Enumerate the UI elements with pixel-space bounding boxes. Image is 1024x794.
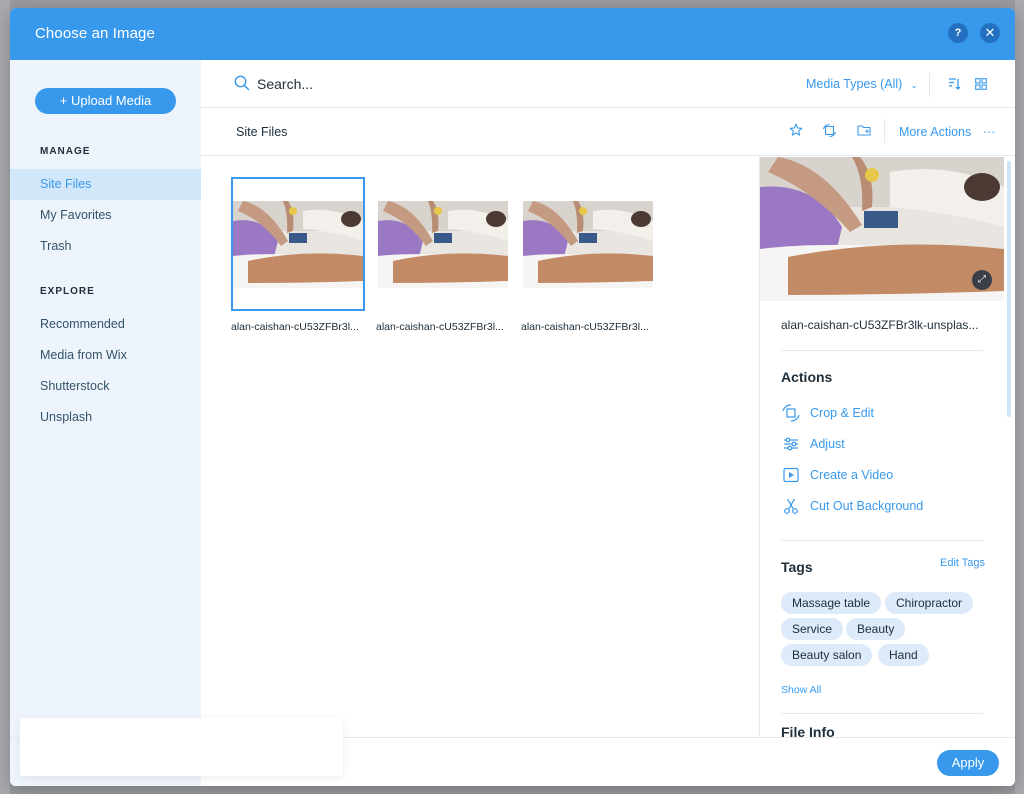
divider: [781, 350, 983, 351]
scissors-icon: [784, 498, 798, 514]
editor-right-strip: [1015, 0, 1024, 794]
file-name: alan-caishan-cU53ZFBr3l...: [231, 321, 359, 333]
media-types-dropdown[interactable]: Media Types (All) ⌄: [806, 77, 918, 91]
star-icon[interactable]: [789, 123, 803, 137]
notification-panel: [20, 718, 343, 776]
crop-icon: [782, 404, 800, 422]
divider: [781, 713, 983, 714]
files-grid: alan-caishan-cU53ZFBr3l... alan-caishan-…: [201, 157, 759, 737]
thumbnail-frame[interactable]: [376, 177, 510, 311]
choose-image-dialog: Choose an Image ? ✕ + Upload Media MANAG…: [10, 8, 1015, 786]
file-tile[interactable]: alan-caishan-cU53ZFBr3l...: [376, 177, 510, 333]
media-types-label: Media Types (All): [806, 77, 903, 91]
file-info-title: File Info: [781, 724, 835, 737]
more-dots-icon: ···: [982, 125, 996, 139]
thumbnail-frame[interactable]: [231, 177, 365, 311]
dialog-header: Choose an Image ? ✕: [10, 8, 1015, 60]
sidebar-item-shutterstock[interactable]: Shutterstock: [10, 371, 201, 402]
tag-chip[interactable]: Chiropractor: [885, 592, 974, 614]
sidebar-item-media-from-wix[interactable]: Media from Wix: [10, 340, 201, 371]
more-actions-button[interactable]: More Actions ···: [899, 125, 995, 139]
sidebar-item-unsplash[interactable]: Unsplash: [10, 402, 201, 433]
apply-button[interactable]: Apply: [937, 750, 999, 776]
sort-icon[interactable]: [947, 77, 961, 91]
upload-media-button[interactable]: + Upload Media: [35, 88, 176, 114]
thumbnail-frame[interactable]: [521, 177, 655, 311]
sidebar-item-recommended[interactable]: Recommended: [10, 309, 201, 340]
massage-image-thumbnail: [523, 200, 653, 288]
search-input[interactable]: [257, 73, 657, 95]
folder-toolbar-divider: [884, 119, 885, 143]
more-actions-label: More Actions: [899, 125, 972, 139]
action-label: Crop & Edit: [810, 406, 874, 420]
file-details-panel: ⤢ alan-caishan-cU53ZFBr3lk-unsplas... Ac…: [759, 157, 1015, 737]
file-name: alan-caishan-cU53ZFBr3l...: [376, 321, 504, 333]
expand-icon[interactable]: ⤢: [972, 270, 992, 290]
replace-icon[interactable]: [822, 123, 837, 138]
explore-section-label: EXPLORE: [40, 286, 95, 297]
tag-chip[interactable]: Service: [781, 618, 844, 640]
tag-chip[interactable]: Beauty salon: [781, 644, 873, 666]
search-toolbar: Media Types (All) ⌄: [201, 60, 1015, 108]
tag-chip[interactable]: Massage table: [781, 592, 882, 614]
action-label: Cut Out Background: [810, 499, 924, 513]
chevron-down-icon: ⌄: [910, 80, 918, 90]
folder-toolbar: Site Files More Actions ···: [201, 108, 1015, 156]
sidebar-item-trash[interactable]: Trash: [10, 231, 201, 262]
file-tile[interactable]: alan-caishan-cU53ZFBr3l...: [521, 177, 655, 333]
file-tile[interactable]: alan-caishan-cU53ZFBr3l...: [231, 177, 365, 333]
editor-left-strip: [0, 0, 10, 794]
folder-title: Site Files: [236, 125, 288, 139]
action-label: Create a Video: [810, 468, 894, 482]
sidebar-item-my-favorites[interactable]: My Favorites: [10, 200, 201, 231]
edit-tags-link[interactable]: Edit Tags: [940, 557, 985, 569]
create-video-action[interactable]: Create a Video: [781, 464, 893, 486]
actions-title: Actions: [781, 369, 833, 385]
help-button[interactable]: ?: [948, 23, 968, 43]
search-icon: [234, 75, 250, 91]
adjust-action[interactable]: Adjust: [781, 433, 845, 455]
cut-out-background-action[interactable]: Cut Out Background: [781, 495, 923, 517]
sidebar-item-site-files[interactable]: Site Files: [10, 169, 201, 200]
move-to-folder-icon[interactable]: [857, 123, 872, 137]
crop-edit-action[interactable]: Crop & Edit: [781, 402, 874, 424]
show-all-link[interactable]: Show All: [781, 684, 821, 696]
close-button[interactable]: ✕: [980, 23, 1000, 43]
tag-chip[interactable]: Hand: [878, 644, 929, 666]
video-icon: [783, 467, 799, 483]
selected-image-preview: [760, 157, 1004, 301]
toolbar-divider: [929, 73, 930, 97]
file-name: alan-caishan-cU53ZFBr3l...: [521, 321, 649, 333]
panel-scrollbar[interactable]: [1007, 161, 1011, 417]
dialog-footer: Apply: [10, 718, 1015, 786]
divider: [781, 540, 983, 541]
tag-chip[interactable]: Beauty: [846, 618, 906, 640]
massage-image-thumbnail: [233, 200, 363, 288]
massage-image-thumbnail: [378, 200, 508, 288]
media-sidebar: + Upload Media MANAGE Site Files My Favo…: [10, 60, 201, 786]
adjust-icon: [784, 437, 798, 451]
tags-title: Tags: [781, 559, 813, 575]
grid-view-icon[interactable]: [975, 78, 987, 90]
action-label: Adjust: [810, 437, 845, 451]
dialog-title: Choose an Image: [35, 25, 155, 42]
manage-section-label: MANAGE: [40, 146, 91, 157]
details-file-name: alan-caishan-cU53ZFBr3lk-unsplas...: [781, 318, 979, 332]
